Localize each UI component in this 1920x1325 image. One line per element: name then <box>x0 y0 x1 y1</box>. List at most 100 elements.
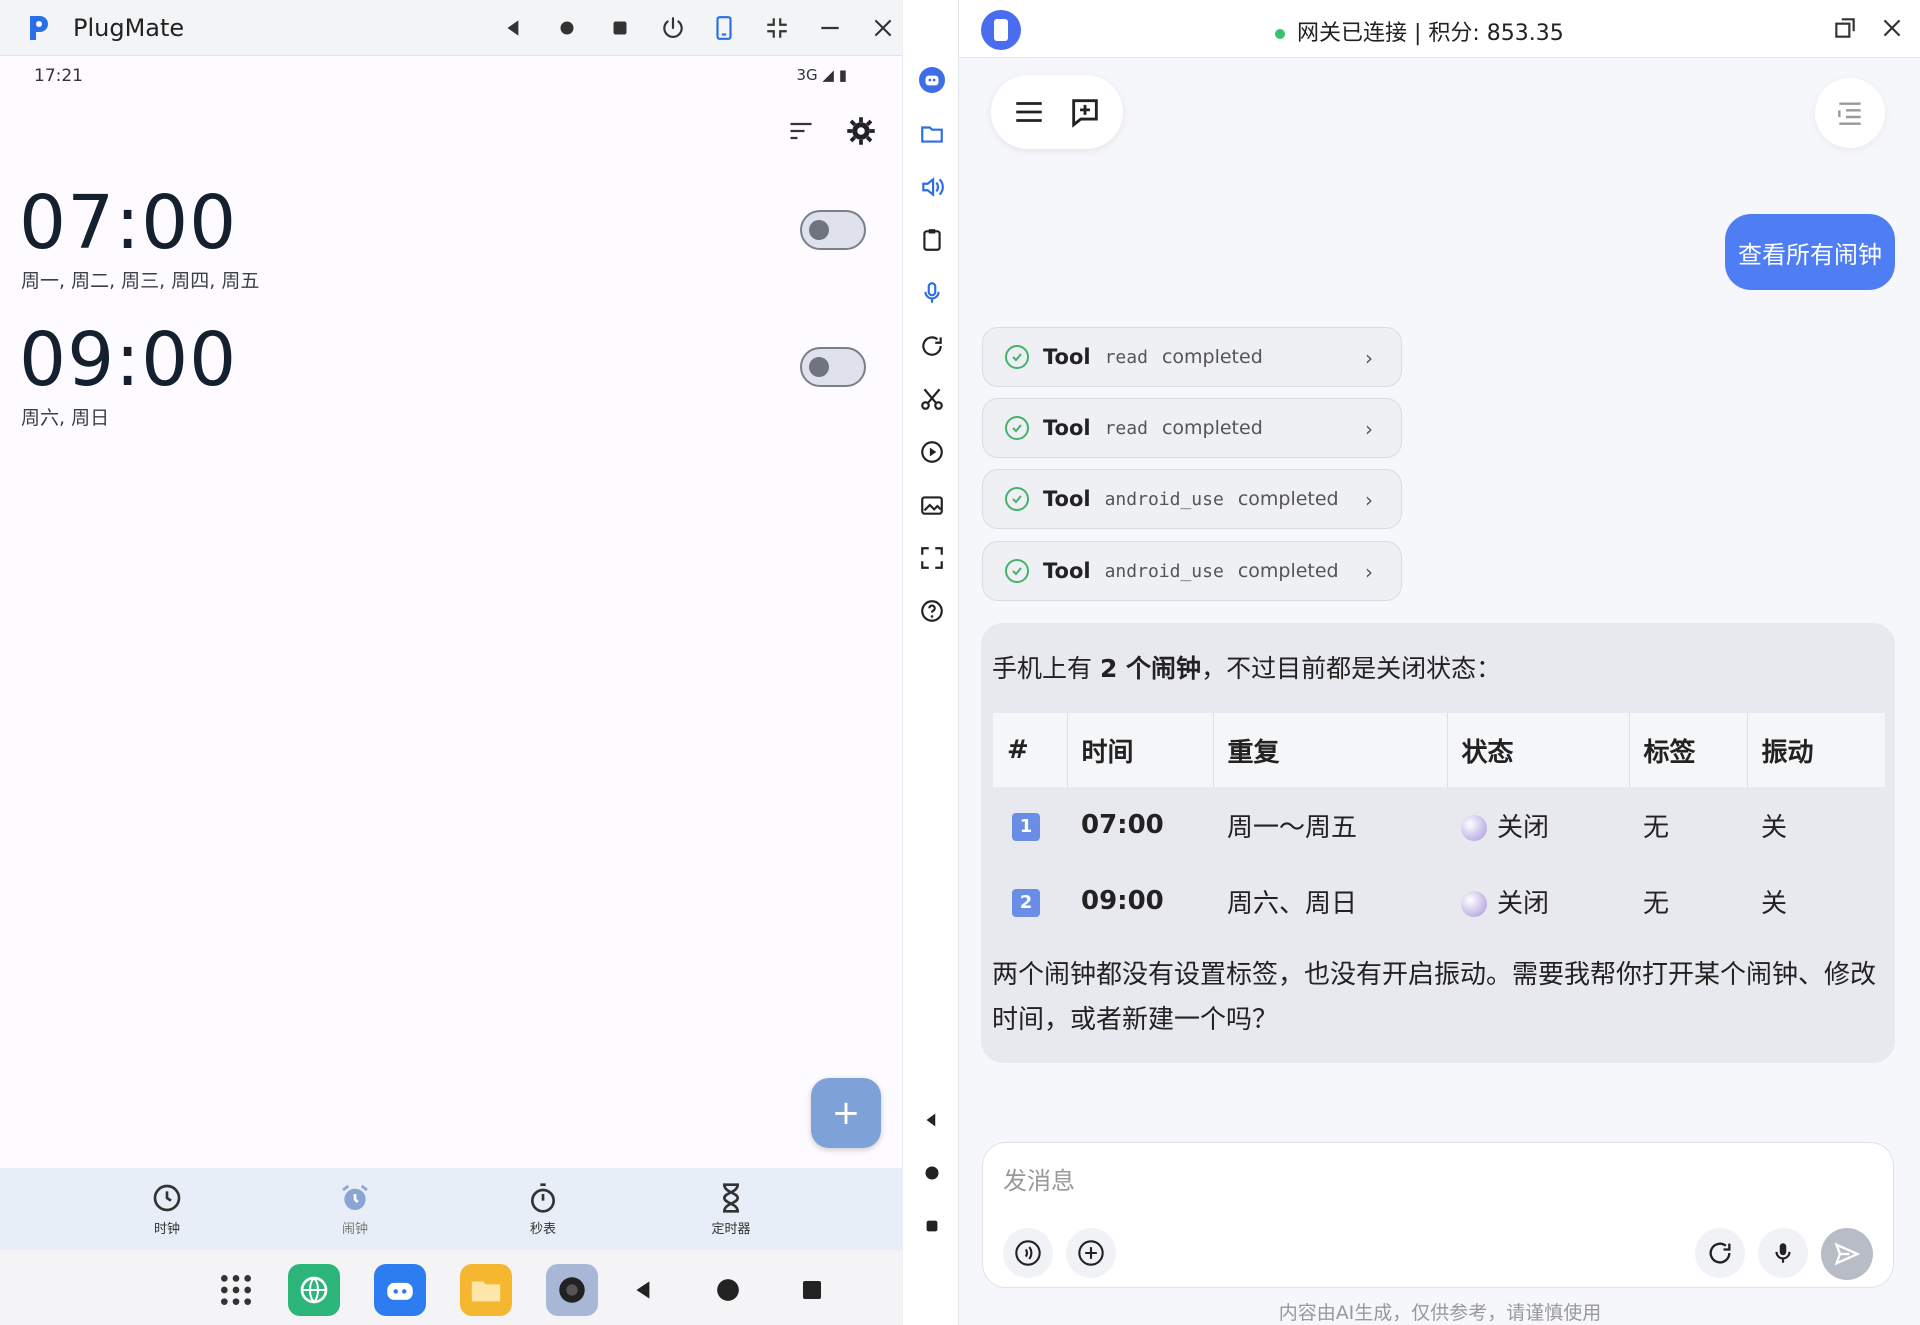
alarm-item[interactable]: 07:00 周一, 周二, 周三, 周四, 周五 <box>0 180 902 315</box>
intro-text: ，不过目前都是关闭状态： <box>1201 654 1502 683</box>
phone-screen: 17:21 3G ◢ ▮ 07:00 周一, 周二, 周三, 周四, 周五 09… <box>0 56 902 1325</box>
files-app-icon[interactable] <box>460 1264 512 1316</box>
check-circle-icon <box>1005 345 1029 369</box>
message-composer: 发消息 <box>982 1142 1894 1288</box>
app-drawer-icon[interactable] <box>210 1264 262 1316</box>
moon-icon <box>1461 891 1487 917</box>
nav-recents-icon[interactable] <box>786 1264 838 1316</box>
hourglass-icon <box>722 1183 740 1213</box>
menu-icon[interactable] <box>1012 95 1046 129</box>
recents-button[interactable] <box>602 10 638 46</box>
side-recents-icon[interactable] <box>916 1210 948 1242</box>
send-button[interactable] <box>1821 1228 1873 1280</box>
nav-back-icon[interactable] <box>618 1264 670 1316</box>
rotate-icon[interactable] <box>916 330 948 362</box>
cell-time: 07:00 <box>1081 810 1164 840</box>
tool-call[interactable]: Tool android_use completed › <box>982 541 1402 601</box>
tool-status: completed <box>1161 346 1263 368</box>
camera-app-icon[interactable] <box>546 1264 598 1316</box>
back-button[interactable] <box>496 10 532 46</box>
phone-icon <box>716 16 732 40</box>
folder-icon[interactable] <box>916 118 948 150</box>
close-button[interactable] <box>865 10 901 46</box>
refresh-button[interactable] <box>1695 1228 1745 1278</box>
cell-vibrate: 关 <box>1761 888 1788 919</box>
side-back-icon[interactable] <box>916 1104 948 1136</box>
user-message: 查看所有闹钟 <box>1725 214 1895 290</box>
microphone-icon[interactable] <box>916 277 948 309</box>
check-circle-icon <box>1005 559 1029 583</box>
cell-vibrate: 关 <box>1761 812 1788 843</box>
compress-icon <box>767 18 787 38</box>
column-header: 时间 <box>1067 713 1214 787</box>
column-header: 标签 <box>1629 713 1748 787</box>
sort-button[interactable] <box>781 111 821 151</box>
assistant-app-icon[interactable] <box>374 1264 426 1316</box>
tool-status: completed <box>1161 417 1263 439</box>
minimize-button[interactable] <box>812 10 848 46</box>
scissors-icon[interactable] <box>916 383 948 415</box>
tab-stopwatch[interactable]: 秒表 <box>488 1168 598 1250</box>
compress-button[interactable] <box>759 10 795 46</box>
tab-timer[interactable]: 定时器 <box>676 1168 786 1250</box>
tool-label: Tool <box>1043 416 1091 440</box>
outline-icon <box>1838 102 1861 125</box>
clipboard-icon[interactable] <box>916 224 948 256</box>
connected-dot-icon <box>1275 29 1285 39</box>
power-button[interactable] <box>655 10 691 46</box>
fullscreen-icon[interactable] <box>916 542 948 574</box>
tab-clock[interactable]: 时钟 <box>112 1168 222 1250</box>
tool-sidebar <box>902 0 958 1325</box>
close-icon <box>1883 19 1901 37</box>
chevron-right-icon: › <box>1365 346 1373 370</box>
help-icon[interactable] <box>916 595 948 627</box>
gallery-icon[interactable] <box>916 489 948 521</box>
column-header: 振动 <box>1747 713 1885 787</box>
tool-status: completed <box>1237 488 1339 510</box>
cell-tag: 无 <box>1643 812 1670 843</box>
attach-button[interactable] <box>1066 1228 1116 1278</box>
mic-button[interactable] <box>1758 1228 1808 1278</box>
alarm-item[interactable]: 09:00 周六, 周日 <box>0 317 902 452</box>
settings-button[interactable] <box>841 111 881 151</box>
phone-mode-button[interactable] <box>706 10 742 46</box>
outline-button[interactable] <box>1815 78 1885 148</box>
column-header: # <box>993 713 1068 787</box>
home-button[interactable] <box>549 10 585 46</box>
square-icon <box>613 21 627 35</box>
tab-label: 秒表 <box>529 1222 556 1237</box>
play-icon[interactable] <box>916 436 948 468</box>
alarm-table: # 时间 重复 状态 标签 振动 1 07:00 周一～周五 关闭 无 关 2 … <box>993 713 1885 939</box>
status-time: 17:21 <box>34 66 83 86</box>
gateway-status: 网关已连接 | 积分: 853.35 <box>1275 15 1564 47</box>
tool-label: Tool <box>1043 345 1091 369</box>
voice-wave-button[interactable] <box>1003 1228 1053 1278</box>
add-alarm-button[interactable]: + <box>811 1078 881 1148</box>
refresh-icon <box>1709 1242 1731 1264</box>
cell-repeat: 周一～周五 <box>1227 812 1358 843</box>
new-chat-icon[interactable] <box>1068 95 1102 129</box>
alarm-days: 周六, 周日 <box>21 407 110 429</box>
robot-icon[interactable] <box>916 64 948 96</box>
volume-icon[interactable] <box>916 171 948 203</box>
nav-home-icon[interactable] <box>702 1264 754 1316</box>
network-type: 3G <box>796 66 818 84</box>
alarm-toggle[interactable] <box>800 210 866 250</box>
tool-call[interactable]: Tool read completed › <box>982 327 1402 387</box>
close-chat-button[interactable] <box>1874 10 1910 46</box>
status-network: 3G ◢ ▮ <box>796 66 847 84</box>
tool-call[interactable]: Tool read completed › <box>982 398 1402 458</box>
tab-alarm[interactable]: 闹钟 <box>300 1168 410 1250</box>
message-input[interactable]: 发消息 <box>1003 1161 1075 1196</box>
side-home-icon[interactable] <box>916 1157 948 1189</box>
table-header-row: # 时间 重复 状态 标签 振动 <box>993 713 1885 787</box>
column-header: 状态 <box>1447 713 1630 787</box>
alarm-toggle[interactable] <box>800 347 866 387</box>
tool-name: android_use <box>1104 560 1224 582</box>
tab-label: 时钟 <box>153 1222 180 1237</box>
tool-call[interactable]: Tool android_use completed › <box>982 469 1402 529</box>
browser-app-icon[interactable] <box>288 1264 340 1316</box>
popout-button[interactable] <box>1827 10 1863 46</box>
triangle-left-icon <box>507 20 519 36</box>
cell-state: 关闭 <box>1447 863 1629 939</box>
